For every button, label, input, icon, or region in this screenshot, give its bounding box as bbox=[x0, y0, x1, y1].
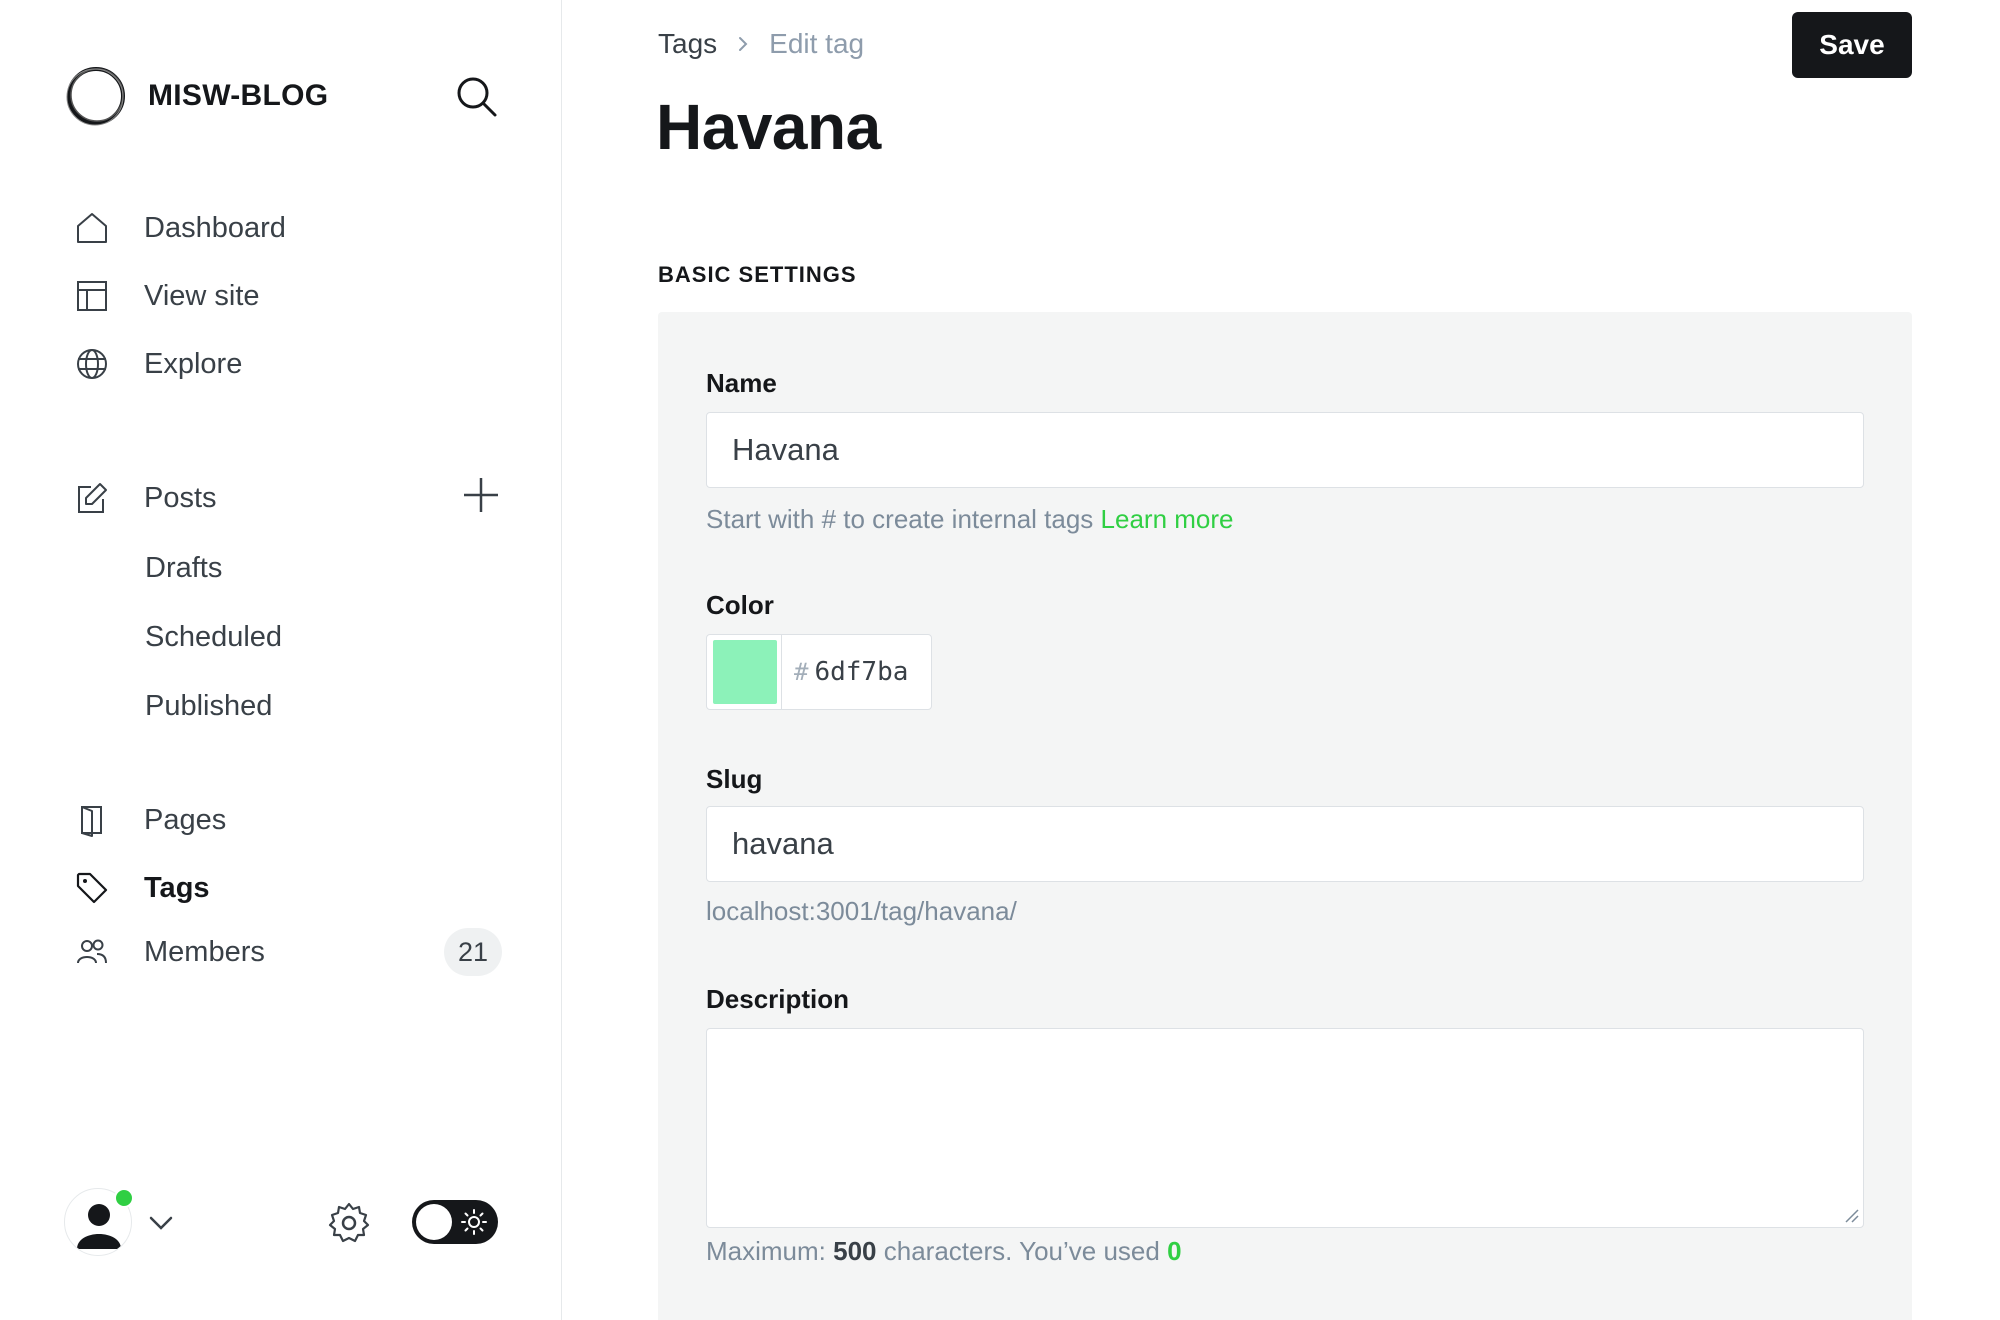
chevron-right-icon bbox=[739, 37, 748, 51]
nav-label: Members bbox=[144, 935, 265, 968]
color-hex-input[interactable]: 6df7ba bbox=[814, 657, 908, 687]
color-swatch[interactable] bbox=[713, 640, 777, 704]
name-hint-text: Start with # to create internal tags bbox=[706, 504, 1094, 534]
members-icon bbox=[74, 934, 110, 970]
sidebar: MISW-BLOG Dashboard View site Explore Po… bbox=[0, 0, 562, 1320]
add-post-icon[interactable] bbox=[460, 474, 502, 516]
basic-settings-panel: Name Havana Start with # to create inter… bbox=[658, 312, 1912, 1320]
breadcrumb-current: Edit tag bbox=[769, 28, 865, 59]
description-label: Description bbox=[706, 984, 850, 1014]
nav-label: View site bbox=[144, 279, 260, 312]
online-status-dot bbox=[114, 1188, 134, 1208]
toggle-knob bbox=[416, 1204, 452, 1240]
home-icon bbox=[74, 210, 110, 246]
name-hint: Start with # to create internal tags Lea… bbox=[706, 504, 1234, 535]
nav-label: Dashboard bbox=[144, 211, 286, 244]
globe-icon bbox=[74, 346, 110, 382]
breadcrumb-tags-link[interactable]: Tags bbox=[658, 28, 717, 60]
nav-published[interactable]: Published bbox=[145, 684, 272, 728]
name-input[interactable]: Havana bbox=[706, 412, 1864, 488]
theme-toggle[interactable] bbox=[412, 1200, 498, 1244]
hint-middle: characters. You’ve used bbox=[883, 1236, 1160, 1266]
nav-label: Explore bbox=[144, 347, 243, 380]
pages-icon bbox=[74, 802, 110, 838]
save-button[interactable]: Save bbox=[1792, 12, 1912, 78]
gear-icon[interactable] bbox=[326, 1200, 372, 1246]
page-title: Havana bbox=[656, 91, 881, 163]
nav-dashboard[interactable]: Dashboard bbox=[74, 204, 286, 252]
hash-symbol: # bbox=[794, 658, 809, 686]
site-title: MISW-BLOG bbox=[148, 79, 329, 112]
nav-label: Posts bbox=[144, 481, 217, 514]
tag-icon bbox=[74, 870, 110, 906]
members-count-badge: 21 bbox=[444, 928, 502, 976]
breadcrumb: Tags Edit tag bbox=[658, 28, 864, 60]
nav-members[interactable]: Members bbox=[74, 928, 265, 976]
search-icon[interactable] bbox=[454, 74, 500, 120]
name-label: Name bbox=[706, 368, 777, 398]
nav-scheduled[interactable]: Scheduled bbox=[145, 615, 282, 659]
nav-label: Tags bbox=[144, 871, 210, 904]
sun-icon bbox=[461, 1209, 487, 1235]
section-heading: BASIC SETTINGS bbox=[658, 262, 857, 287]
nav-label: Pages bbox=[144, 803, 227, 836]
layout-icon bbox=[74, 278, 110, 314]
color-field: # 6df7ba bbox=[706, 634, 932, 710]
color-label: Color bbox=[706, 590, 774, 620]
hint-max-prefix: Maximum: bbox=[706, 1236, 826, 1266]
nav-view-site[interactable]: View site bbox=[74, 272, 260, 320]
nav-tags[interactable]: Tags bbox=[74, 864, 210, 912]
hint-used-count: 0 bbox=[1167, 1236, 1182, 1266]
nav-pages[interactable]: Pages bbox=[74, 796, 226, 844]
learn-more-link[interactable]: Learn more bbox=[1101, 504, 1234, 534]
description-textarea[interactable] bbox=[706, 1028, 1864, 1228]
nav-explore[interactable]: Explore bbox=[74, 340, 242, 388]
main-content: Tags Edit tag Save Havana BASIC SETTINGS… bbox=[562, 0, 2000, 1320]
chevron-down-icon[interactable] bbox=[146, 1208, 176, 1238]
slug-url-preview: localhost:3001/tag/havana/ bbox=[706, 896, 1017, 926]
description-hint: Maximum: 500 characters. You’ve used 0 bbox=[706, 1236, 1182, 1267]
nav-posts[interactable]: Posts bbox=[74, 474, 217, 522]
site-logo-icon bbox=[66, 67, 125, 126]
brand[interactable]: MISW-BLOG bbox=[64, 64, 328, 128]
resize-handle-icon[interactable] bbox=[1843, 1207, 1859, 1223]
color-divider bbox=[781, 635, 782, 709]
slug-label: Slug bbox=[706, 764, 763, 794]
nav-drafts[interactable]: Drafts bbox=[145, 546, 222, 590]
hint-max-value: 500 bbox=[833, 1236, 877, 1266]
slug-input[interactable]: havana bbox=[706, 806, 1864, 882]
edit-icon bbox=[74, 480, 110, 516]
